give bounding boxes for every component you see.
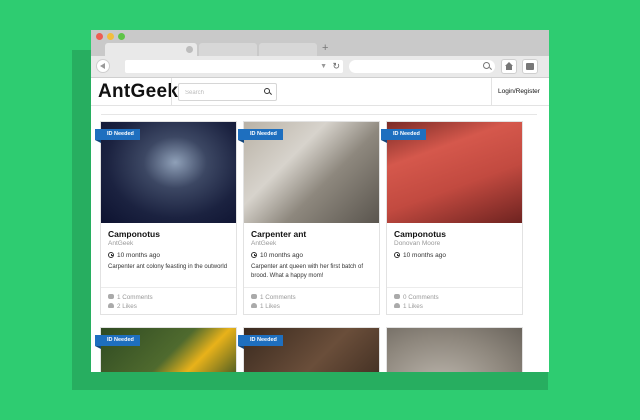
- post-card[interactable]: ID Needed Camponotus AntGeek 10 months a…: [95, 121, 237, 315]
- browser-tab-active[interactable]: [105, 43, 197, 56]
- menu-icon[interactable]: [522, 59, 538, 74]
- post-card[interactable]: ID Needed Carpenter ant AntGeek 10 month…: [238, 121, 380, 315]
- chevron-down-icon[interactable]: ▼: [320, 63, 327, 70]
- post-card[interactable]: [386, 327, 523, 372]
- browser-tab[interactable]: [199, 43, 257, 56]
- back-arrow-icon[interactable]: [96, 59, 110, 73]
- post-card[interactable]: ID Needed: [95, 327, 237, 372]
- post-photo[interactable]: [387, 328, 522, 372]
- card-divider: [244, 287, 379, 288]
- clock-icon: [394, 252, 400, 258]
- login-register-link[interactable]: Login/Register: [498, 88, 540, 96]
- post-author[interactable]: AntGeek: [108, 240, 133, 248]
- likes-text: 1 Likes: [260, 303, 280, 310]
- post-author[interactable]: Donovan Moore: [394, 240, 440, 248]
- content-divider: [101, 114, 537, 115]
- post-description: Carpenter ant colony feasting in the out…: [108, 264, 228, 270]
- likes-text: 2 Likes: [117, 303, 137, 310]
- id-needed-badge: ID Needed: [381, 129, 426, 143]
- search-input[interactable]: [185, 87, 261, 98]
- reload-icon[interactable]: ↻: [332, 61, 340, 72]
- comments-count[interactable]: 0 Comments: [394, 294, 439, 302]
- heart-icon: [108, 303, 114, 308]
- close-window-icon[interactable]: [96, 33, 103, 40]
- post-time: 10 months ago: [394, 252, 446, 260]
- card-divider: [387, 287, 522, 288]
- likes-text: 1 Likes: [403, 303, 423, 310]
- search-icon: [483, 62, 490, 69]
- comment-icon: [108, 294, 114, 299]
- new-tab-button[interactable]: +: [322, 41, 328, 55]
- id-needed-badge: ID Needed: [95, 129, 140, 143]
- post-description: Carpenter ant queen with her first batch…: [251, 264, 364, 279]
- home-icon[interactable]: [501, 59, 517, 74]
- clock-icon: [251, 252, 257, 258]
- browser-search-field[interactable]: [349, 60, 495, 73]
- post-time-text: 10 months ago: [117, 252, 161, 259]
- post-time-text: 10 months ago: [403, 252, 447, 259]
- post-title[interactable]: Camponotus: [394, 229, 446, 239]
- comment-icon: [394, 294, 400, 299]
- id-needed-badge: ID Needed: [238, 335, 283, 349]
- post-time-text: 10 months ago: [260, 252, 304, 259]
- comments-text: 1 Comments: [117, 294, 153, 301]
- id-needed-badge: ID Needed: [238, 129, 283, 143]
- search-icon[interactable]: [264, 88, 270, 94]
- header-divider: [171, 78, 172, 106]
- comments-text: 1 Comments: [260, 294, 296, 301]
- maximize-window-icon[interactable]: [118, 33, 125, 40]
- post-title[interactable]: Camponotus: [108, 229, 160, 239]
- post-time: 10 months ago: [108, 252, 160, 260]
- minimize-window-icon[interactable]: [107, 33, 114, 40]
- clock-icon: [108, 252, 114, 258]
- site-search-box[interactable]: [178, 83, 277, 101]
- post-card[interactable]: ID Needed: [238, 327, 380, 372]
- header-divider: [491, 78, 492, 106]
- card-divider: [101, 287, 236, 288]
- site-header: AntGeek Login/Register: [91, 78, 549, 106]
- browser-tab[interactable]: [259, 43, 317, 56]
- post-title[interactable]: Carpenter ant: [251, 229, 306, 239]
- post-author[interactable]: AntGeek: [251, 240, 276, 248]
- likes-count[interactable]: 2 Likes: [108, 303, 137, 311]
- address-bar[interactable]: ▼ ↻: [125, 60, 343, 73]
- heart-icon: [394, 303, 400, 308]
- post-card[interactable]: ID Needed Camponotus Donovan Moore 10 mo…: [381, 121, 523, 315]
- browser-toolbar: ▼ ↻: [91, 56, 549, 78]
- tab-close-icon[interactable]: [186, 46, 193, 53]
- likes-count[interactable]: 1 Likes: [251, 303, 280, 311]
- heart-icon: [251, 303, 257, 308]
- browser-tab-bar: +: [91, 30, 549, 56]
- comments-text: 0 Comments: [403, 294, 439, 301]
- post-time: 10 months ago: [251, 252, 303, 260]
- comment-icon: [251, 294, 257, 299]
- id-needed-badge: ID Needed: [95, 335, 140, 349]
- likes-count[interactable]: 1 Likes: [394, 303, 423, 311]
- browser-window: + ▼ ↻ AntGeek Login/Register ID Needed C…: [91, 30, 549, 372]
- comments-count[interactable]: 1 Comments: [108, 294, 153, 302]
- site-logo[interactable]: AntGeek: [98, 81, 178, 103]
- comments-count[interactable]: 1 Comments: [251, 294, 296, 302]
